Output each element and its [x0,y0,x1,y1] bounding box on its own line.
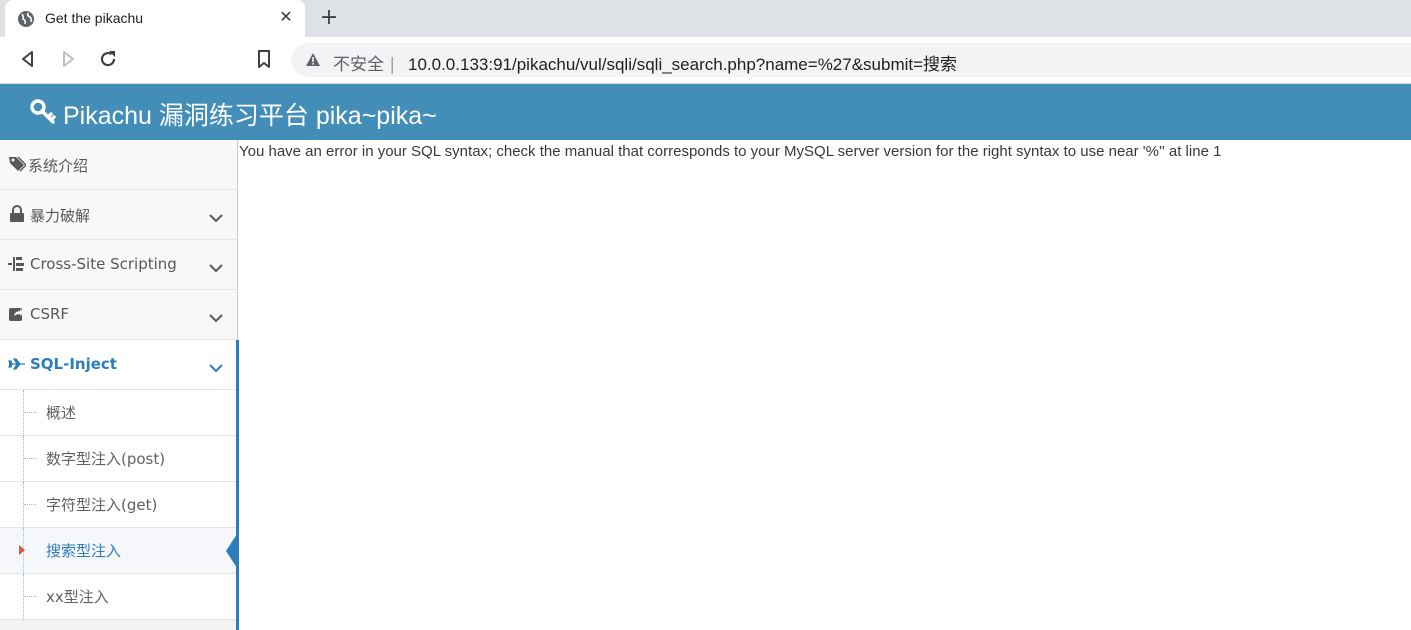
tags-icon [8,155,28,173]
tree-line [23,436,24,482]
submenu-item-label: 概述 [46,404,77,422]
sidebar-item-intro[interactable]: 系统介绍 [0,140,237,190]
tree-connector [24,458,36,459]
reload-icon[interactable] [96,47,120,71]
sidebar-item-label: Cross-Site Scripting [30,255,177,273]
warning-icon[interactable] [305,52,321,68]
submenu-item-overview[interactable]: 概述 [0,390,236,436]
sidebar-item-brute-force[interactable]: 暴力破解 [0,190,237,240]
tree-line [23,574,24,620]
submenu-item-label: 字符型注入(get) [46,496,158,514]
chevron-down-icon [209,308,223,323]
key-icon [30,99,56,125]
lock-icon [8,205,26,223]
tree-connector [24,412,36,413]
caret-right-icon [19,545,25,555]
sidebar-item-label: CSRF [30,305,70,323]
tree-connector [24,504,36,505]
sidebar-item-xss[interactable]: Cross-Site Scripting [0,240,237,290]
chevron-down-icon [209,208,223,223]
sql-error-message: You have an error in your SQL syntax; ch… [239,143,1222,160]
chevron-down-icon [209,358,223,373]
bookmark-icon[interactable] [252,47,276,71]
tab-strip: Get the pikachu ✕ + [0,0,1411,37]
share-icon [8,305,26,323]
sitemap-icon [8,255,26,273]
sidebar: 系统介绍 暴力破解 Cross-Site Scripting CSRF SQL-… [0,140,238,630]
sidebar-item-label: SQL-Inject [30,355,117,373]
browser-toolbar: 不安全 | 10.0.0.133:91/pikachu/vul/sqli/sql… [0,37,1411,84]
address-bar[interactable]: 不安全 | 10.0.0.133:91/pikachu/vul/sqli/sql… [291,43,1411,77]
submenu-item-xx[interactable]: xx型注入 [0,574,236,620]
tab-title: Get the pikachu [45,10,144,26]
globe-icon [17,10,35,28]
tree-connector [24,596,36,597]
submenu-item-label: 数字型注入(post) [46,450,166,468]
site-header: Pikachu 漏洞练习平台 pika~pika~ [0,84,1411,140]
submenu-item-string-get[interactable]: 字符型注入(get) [0,482,236,528]
sidebar-item-csrf[interactable]: CSRF [0,290,237,340]
browser-tab[interactable]: Get the pikachu ✕ [5,0,305,37]
sidebar-item-sql-inject[interactable]: SQL-Inject [0,340,237,390]
plane-icon [8,355,26,373]
url-text[interactable]: 10.0.0.133:91/pikachu/vul/sqli/sqli_sear… [408,50,957,75]
tree-line [23,482,24,528]
new-tab-button[interactable]: + [316,5,342,31]
sidebar-item-label: 系统介绍 [28,157,89,175]
forward-icon[interactable] [56,47,80,71]
close-tab-icon[interactable]: ✕ [275,6,297,28]
submenu-item-numeric-post[interactable]: 数字型注入(post) [0,436,236,482]
chevron-down-icon [209,258,223,273]
back-icon[interactable] [16,47,40,71]
main-content: You have an error in your SQL syntax; ch… [239,140,1411,630]
sidebar-item-label: 暴力破解 [30,207,91,225]
submenu-item-label: 搜索型注入 [46,542,122,560]
submenu-item-label: xx型注入 [46,588,109,606]
submenu-item-search[interactable]: 搜索型注入 [0,528,237,574]
site-title[interactable]: Pikachu 漏洞练习平台 pika~pika~ [63,96,437,132]
tree-line [23,390,24,436]
security-label[interactable]: 不安全 | [333,50,395,75]
